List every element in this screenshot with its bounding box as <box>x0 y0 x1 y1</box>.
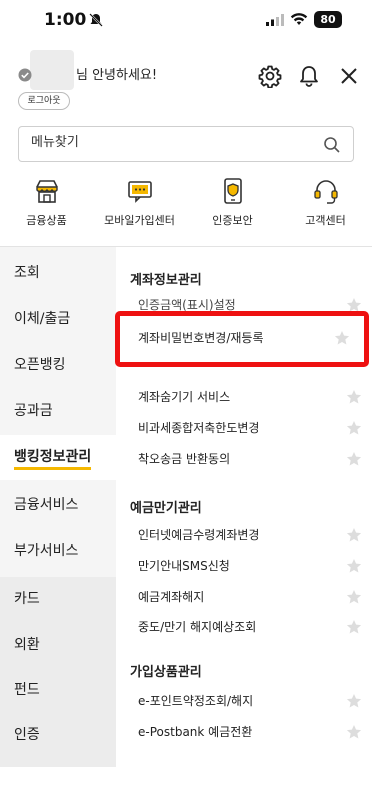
wifi-icon <box>290 13 308 25</box>
star-icon[interactable] <box>346 693 362 709</box>
quick-item-label: 금융상품 <box>26 214 67 227</box>
username-redacted <box>30 50 74 90</box>
star-icon[interactable] <box>346 589 362 605</box>
greeting-text: 님 안녕하세요! <box>76 68 158 83</box>
gear-icon[interactable] <box>258 64 282 88</box>
nav-item-utility[interactable]: 공과금 <box>0 389 116 434</box>
quick-menu: 금융상품 모바일가입센터 인증보안 고객센터 <box>0 176 372 236</box>
status-bar: 1:00 80 <box>0 0 372 44</box>
submenu-item[interactable]: e-포인트약정조회/해지 <box>138 687 362 715</box>
menu-search[interactable] <box>18 126 354 162</box>
battery-indicator: 80 <box>314 11 342 28</box>
star-icon[interactable] <box>346 389 362 405</box>
check-icon <box>18 68 32 82</box>
signal-icon <box>266 14 284 26</box>
submenu-item[interactable]: 만기안내SMS신청 <box>138 552 362 580</box>
star-icon[interactable] <box>346 619 362 635</box>
submenu-item[interactable]: 착오송금 반환동의 <box>138 445 362 473</box>
quick-item-security[interactable]: 인증보안 <box>186 176 279 228</box>
quick-item-label: 인증보안 <box>212 214 253 227</box>
nav-item-certificate[interactable]: 인증 <box>0 713 116 758</box>
nav-item-inquiry[interactable]: 조회 <box>0 251 116 296</box>
highlighted-item-label: 계좌비밀번호변경/재등록 <box>138 331 264 345</box>
submenu-item[interactable]: 비과세종합저축한도변경 <box>138 414 362 442</box>
nav-item-banking-info[interactable]: 뱅킹정보관리 <box>0 435 116 480</box>
shield-icon <box>223 178 242 204</box>
left-category-nav: 조회 이체/출금 오픈뱅킹 공과금 뱅킹정보관리 금융서비스 부가서비스 카드 … <box>0 247 116 767</box>
bell-icon[interactable] <box>297 64 321 88</box>
quick-item-mobile-signup[interactable]: 모바일가입센터 <box>93 176 186 228</box>
section-title: 예금만기관리 <box>130 501 202 516</box>
submenu-item[interactable]: 인터넷예금수령계좌변경 <box>138 521 362 549</box>
nav-item-forex[interactable]: 외환 <box>0 623 116 668</box>
quick-item-financial-products[interactable]: 금융상품 <box>0 176 93 228</box>
quick-item-customer-center[interactable]: 고객센터 <box>279 176 372 228</box>
star-icon[interactable] <box>346 724 362 740</box>
logout-button[interactable]: 로그아웃 <box>18 92 70 110</box>
quick-item-label: 모바일가입센터 <box>104 214 175 227</box>
submenu-item[interactable]: e-Postbank 예금전환 <box>138 718 362 746</box>
menu-header: 님 안녕하세요! 로그아웃 <box>0 44 372 114</box>
section-title: 가입상품관리 <box>130 665 202 680</box>
section-title: 계좌정보관리 <box>130 273 202 288</box>
nav-item-open-banking[interactable]: 오픈뱅킹 <box>0 343 116 388</box>
chat-screen-icon <box>127 181 152 203</box>
submenu-item[interactable]: 중도/만기 해지예상조회 <box>138 613 362 641</box>
star-icon[interactable] <box>346 558 362 574</box>
search-input[interactable] <box>31 135 311 150</box>
search-icon[interactable] <box>323 136 341 154</box>
star-icon[interactable] <box>346 451 362 467</box>
submenu-item[interactable]: 예금계좌해지 <box>138 583 362 611</box>
highlighted-menu-item[interactable]: 계좌비밀번호변경/재등록 <box>115 311 369 367</box>
nav-item-fund[interactable]: 펀드 <box>0 668 116 713</box>
headset-icon <box>313 180 338 204</box>
nav-item-financial-service[interactable]: 금융서비스 <box>0 483 116 528</box>
close-icon[interactable] <box>337 64 361 88</box>
submenu-item[interactable]: 계좌숨기기 서비스 <box>138 383 362 411</box>
bell-off-icon <box>89 13 103 27</box>
nav-item-transfer[interactable]: 이체/출금 <box>0 297 116 342</box>
store-icon <box>35 180 58 203</box>
star-icon[interactable] <box>346 420 362 436</box>
quick-item-label: 고객센터 <box>305 214 346 227</box>
nav-item-card[interactable]: 카드 <box>0 577 116 622</box>
nav-item-additional-service[interactable]: 부가서비스 <box>0 529 116 574</box>
star-icon[interactable] <box>334 330 350 346</box>
star-icon[interactable] <box>346 527 362 543</box>
status-time: 1:00 <box>44 10 87 30</box>
